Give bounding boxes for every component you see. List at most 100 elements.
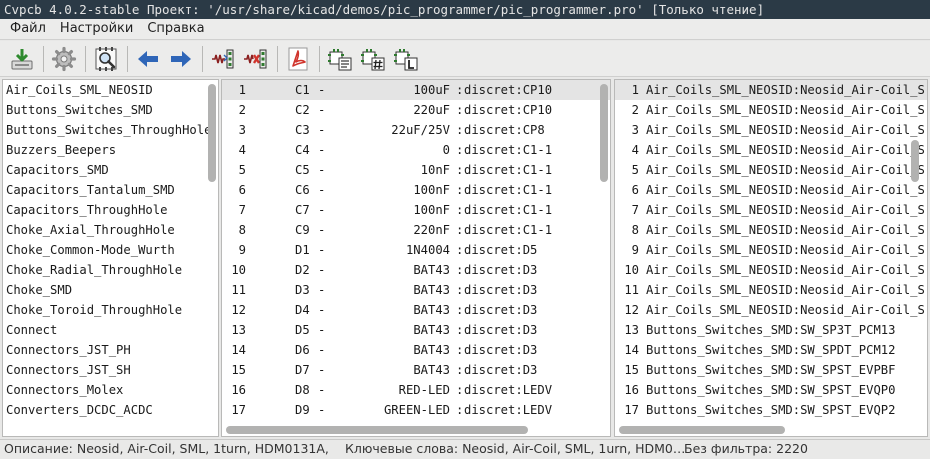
library-item[interactable]: Choke_Common-Mode_Wurth (3, 240, 218, 260)
footprint-row[interactable]: 12 Air_Coils_SML_NEOSID:Neosid_Air-Coil_S (615, 300, 927, 320)
menu-help[interactable]: Справка (140, 19, 211, 39)
footprint-row[interactable]: 15 Buttons_Switches_SMD:SW_SPST_EVPBF (615, 360, 927, 380)
component-separator: - (318, 83, 326, 97)
footprint-list: 1 Air_Coils_SML_NEOSID:Neosid_Air-Coil_S 2… (615, 80, 927, 420)
filter-by-keywords-button[interactable] (324, 43, 356, 75)
footprint-vertical-scrollbar[interactable] (911, 82, 919, 418)
footprint-name: Air_Coils_SML_NEOSID:Neosid_Air-Coil_S (646, 243, 925, 257)
component-separator: : (456, 343, 464, 357)
footprint-list-panel[interactable]: 1 Air_Coils_SML_NEOSID:Neosid_Air-Coil_S 2… (614, 79, 928, 437)
save-button[interactable] (6, 43, 38, 75)
footprint-number: 10 (624, 263, 639, 277)
library-scroll-thumb[interactable] (208, 84, 216, 182)
library-item[interactable]: Buttons_Switches_ThroughHole (3, 120, 218, 140)
component-row[interactable]: 5 C5- 10nF: discret:C1-1 (222, 160, 610, 180)
footprint-horizontal-scrollbar[interactable] (619, 426, 785, 434)
library-item[interactable]: Buttons_Switches_SMD (3, 100, 218, 120)
footprint-row[interactable]: 14 Buttons_Switches_SMD:SW_SPDT_PCM12 (615, 340, 927, 360)
component-vertical-scrollbar[interactable] (600, 82, 608, 418)
library-item[interactable]: Connect (3, 320, 218, 340)
component-separator: - (318, 403, 326, 417)
menu-bar: Файл Настройки Справка (0, 19, 930, 40)
footprint-row[interactable]: 13 Buttons_Switches_SMD:SW_SP3T_PCM13 (615, 320, 927, 340)
component-footprint: discret:CP10 (464, 103, 553, 117)
component-row[interactable]: 11 D3- BAT43: discret:D3 (222, 280, 610, 300)
component-row[interactable]: 4 C4- 0: discret:C1-1 (222, 140, 610, 160)
library-item[interactable]: Converters_DCDC_ACDC (3, 400, 218, 420)
component-row[interactable]: 8 C9- 220nF: discret:C1-1 (222, 220, 610, 240)
library-item[interactable]: Capacitors_ThroughHole (3, 200, 218, 220)
component-footprint: discret:D3 (464, 363, 538, 377)
component-separator: : (456, 363, 464, 377)
component-value: 220uF (413, 103, 450, 117)
footprint-row[interactable]: 17 Buttons_Switches_SMD:SW_SPST_EVQP2 (615, 400, 927, 420)
previous-component-button[interactable] (132, 43, 164, 75)
footprint-row[interactable]: 8 Air_Coils_SML_NEOSID:Neosid_Air-Coil_S (615, 220, 927, 240)
component-row[interactable]: 10 D2- BAT43: discret:D3 (222, 260, 610, 280)
component-separator: : (456, 163, 464, 177)
component-row[interactable]: 15 D7- BAT43: discret:D3 (222, 360, 610, 380)
menu-file[interactable]: Файл (3, 19, 53, 39)
library-item[interactable]: Choke_Radial_ThroughHole (3, 260, 218, 280)
component-hscroll-thumb[interactable] (226, 426, 528, 434)
component-row[interactable]: 13 D5- BAT43: discret:D3 (222, 320, 610, 340)
footprint-name: Buttons_Switches_SMD:SW_SPST_EVQP0 (646, 383, 896, 397)
component-horizontal-scrollbar[interactable] (226, 426, 528, 434)
footprint-row[interactable]: 5 Air_Coils_SML_NEOSID:Neosid_Air-Coil_S (615, 160, 927, 180)
footprint-row[interactable]: 2 Air_Coils_SML_NEOSID:Neosid_Air-Coil_S (615, 100, 927, 120)
library-item[interactable]: Choke_Axial_ThroughHole (3, 220, 218, 240)
filter-by-pin-count-button[interactable] (357, 43, 389, 75)
footprint-row[interactable]: 3 Air_Coils_SML_NEOSID:Neosid_Air-Coil_S (615, 120, 927, 140)
status-keywords: Ключевые слова: Neosid, Air-Coil, SML, 1… (345, 441, 686, 456)
component-row[interactable]: 6 C6- 100nF: discret:C1-1 (222, 180, 610, 200)
component-row[interactable]: 2 C2- 220uF: discret:CP10 (222, 100, 610, 120)
footprint-row[interactable]: 16 Buttons_Switches_SMD:SW_SPST_EVQP0 (615, 380, 927, 400)
library-list-panel[interactable]: Air_Coils_SML_NEOSID Buttons_Switches_SM… (2, 79, 219, 437)
library-item[interactable]: Choke_SMD (3, 280, 218, 300)
menu-settings[interactable]: Настройки (53, 19, 140, 39)
library-item[interactable]: Buzzers_Beepers (3, 140, 218, 160)
component-row[interactable]: 17 D9- GREEN-LED: discret:LEDV (222, 400, 610, 420)
component-row[interactable]: 9 D1- 1N4004: discret:D5 (222, 240, 610, 260)
library-item[interactable]: Capacitors_SMD (3, 160, 218, 180)
footprint-row[interactable]: 1 Air_Coils_SML_NEOSID:Neosid_Air-Coil_S (615, 80, 927, 100)
footprint-row[interactable]: 4 Air_Coils_SML_NEOSID:Neosid_Air-Coil_S (615, 140, 927, 160)
library-item[interactable]: Air_Coils_SML_NEOSID (3, 80, 218, 100)
settings-button[interactable] (48, 43, 80, 75)
datasheet-pdf-button[interactable] (282, 43, 314, 75)
component-row[interactable]: 14 D6- BAT43: discret:D3 (222, 340, 610, 360)
component-number: 15 (231, 363, 246, 377)
next-component-button[interactable] (165, 43, 197, 75)
footprint-number: 12 (624, 303, 639, 317)
component-row[interactable]: 1 C1- 100uF: discret:CP10 (222, 80, 610, 100)
component-scroll-thumb[interactable] (600, 84, 608, 182)
footprint-row[interactable]: 11 Air_Coils_SML_NEOSID:Neosid_Air-Coil_S (615, 280, 927, 300)
component-separator: : (456, 403, 464, 417)
library-item[interactable]: Connectors_JST_PH (3, 340, 218, 360)
component-row[interactable]: 16 D8- RED-LED: discret:LEDV (222, 380, 610, 400)
footprint-viewer-button[interactable] (90, 43, 122, 75)
delete-associations-button[interactable] (240, 43, 272, 75)
component-list-panel[interactable]: 1 C1-100uF: discret:CP10 2 C2-220uF: discret:… (221, 79, 611, 437)
footprint-row[interactable]: 10 Air_Coils_SML_NEOSID:Neosid_Air-Coil_S (615, 260, 927, 280)
library-vertical-scrollbar[interactable] (208, 82, 216, 418)
component-number: 16 (231, 383, 246, 397)
footprint-row[interactable]: 9 Air_Coils_SML_NEOSID:Neosid_Air-Coil_S (615, 240, 927, 260)
component-number: 11 (231, 283, 246, 297)
filter-by-library-button[interactable] (390, 43, 422, 75)
footprint-row[interactable]: 7 Air_Coils_SML_NEOSID:Neosid_Air-Coil_S (615, 200, 927, 220)
footprint-hscroll-thumb[interactable] (619, 426, 785, 434)
footprint-row[interactable]: 6 Air_Coils_SML_NEOSID:Neosid_Air-Coil_S (615, 180, 927, 200)
component-separator: - (318, 103, 326, 117)
component-footprint: discret:LEDV (464, 403, 553, 417)
component-row[interactable]: 12 D4- BAT43: discret:D3 (222, 300, 610, 320)
library-item[interactable]: Choke_Toroid_ThroughHole (3, 300, 218, 320)
component-row[interactable]: 7 C7- 100nF: discret:C1-1 (222, 200, 610, 220)
library-item[interactable]: Connectors_JST_SH (3, 360, 218, 380)
library-item[interactable]: Connectors_Molex (3, 380, 218, 400)
component-reference: D1 (295, 243, 310, 257)
component-row[interactable]: 3 C3- 22uF/25V: discret:CP8 (222, 120, 610, 140)
footprint-scroll-thumb[interactable] (911, 140, 919, 182)
library-item[interactable]: Capacitors_Tantalum_SMD (3, 180, 218, 200)
auto-associate-button[interactable] (207, 43, 239, 75)
